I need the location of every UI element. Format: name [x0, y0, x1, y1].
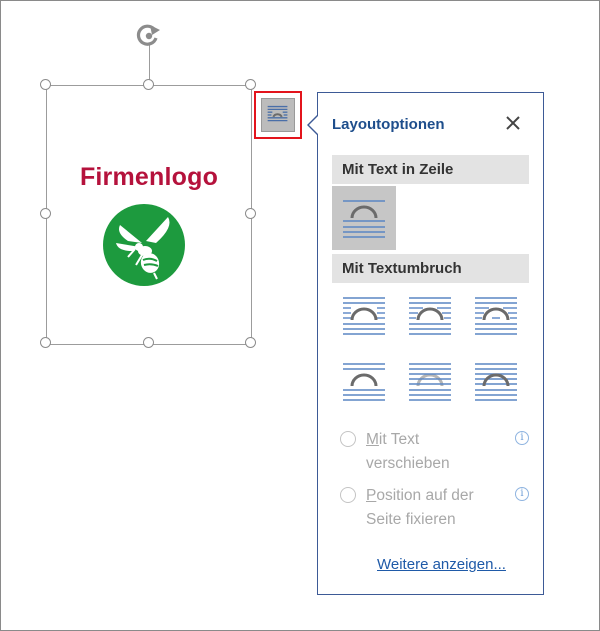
- resize-handle-left[interactable]: [40, 208, 51, 219]
- radio-fix-position[interactable]: Position auf der Seite fixieren: [340, 484, 500, 534]
- radio-fix-label: Position auf der Seite fixieren: [366, 487, 474, 528]
- wrap-option-behind-text[interactable]: [398, 349, 462, 413]
- wrap-option-tight[interactable]: [398, 283, 462, 347]
- wrap-option-top-bottom[interactable]: [332, 349, 396, 413]
- layout-options-icon: [267, 105, 288, 122]
- resize-handle-bottom-right[interactable]: [245, 337, 256, 348]
- wrap-option-square[interactable]: [332, 283, 396, 347]
- wrap-square-icon: [343, 297, 385, 335]
- resize-handle-top-left[interactable]: [40, 79, 51, 90]
- resize-handle-bottom-left[interactable]: [40, 337, 51, 348]
- radio-circle-move[interactable]: [340, 431, 356, 447]
- resize-handle-right[interactable]: [245, 208, 256, 219]
- resize-handle-top-right[interactable]: [245, 79, 256, 90]
- wrap-behind-text-icon: [409, 363, 451, 401]
- wasp-logo-icon: [103, 204, 185, 286]
- close-icon[interactable]: [505, 115, 521, 131]
- wrap-option-in-front[interactable]: [464, 349, 528, 413]
- radio-move-label: Mit Text verschieben: [366, 431, 450, 472]
- see-more-link[interactable]: Weitere anzeigen...: [377, 556, 506, 573]
- radio-move-with-text[interactable]: Mit Text verschieben: [340, 428, 500, 478]
- layout-options-button[interactable]: [261, 98, 295, 132]
- section-inline-header: Mit Text in Zeile: [332, 155, 529, 184]
- wrap-inline-icon: [343, 200, 385, 238]
- wrap-in-front-icon: [475, 363, 517, 401]
- logo-title: Firmenlogo: [79, 163, 219, 191]
- rotate-icon[interactable]: [133, 22, 167, 50]
- resize-handle-top[interactable]: [143, 79, 154, 90]
- wrap-tight-icon: [409, 297, 451, 335]
- wrap-top-bottom-icon: [343, 363, 385, 401]
- wrap-option-inline[interactable]: [332, 186, 396, 250]
- panel-title: Layoutoptionen: [332, 116, 445, 133]
- wrap-option-through[interactable]: [464, 283, 528, 347]
- resize-handle-bottom[interactable]: [143, 337, 154, 348]
- section-wrap-header: Mit Textumbruch: [332, 254, 529, 283]
- wrap-through-icon: [475, 297, 517, 335]
- radio-circle-fix[interactable]: [340, 487, 356, 503]
- info-icon-move[interactable]: i: [515, 431, 529, 445]
- info-icon-fix[interactable]: i: [515, 487, 529, 501]
- panel-pointer-fill: [309, 115, 319, 135]
